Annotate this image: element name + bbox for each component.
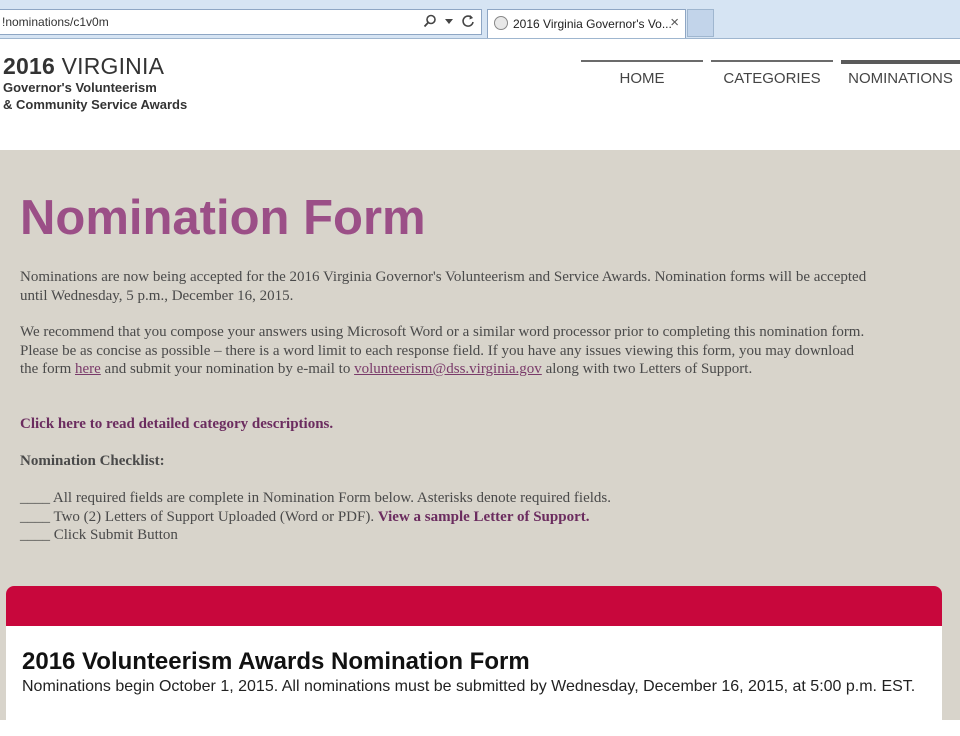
address-bar[interactable]: !nominations/c1v0m	[0, 9, 482, 35]
category-descriptions-link[interactable]: Click here to read detailed category des…	[20, 415, 870, 434]
browser-chrome: !nominations/c1v0m 2016 Virginia Governo…	[0, 0, 960, 39]
recommend-text-3: along with two Letters of Support.	[541, 361, 753, 377]
browser-tab[interactable]: 2016 Virginia Governor's Vo... ×	[487, 9, 686, 38]
close-icon[interactable]: ×	[670, 14, 679, 31]
sample-letter-link[interactable]: View a sample Letter of Support.	[378, 509, 590, 525]
checklist-item-2: ____ Two (2) Letters of Support Uploaded…	[20, 508, 870, 527]
site-header: 2016 VIRGINIA Governor's Volunteerism & …	[0, 39, 960, 150]
intro-paragraph: Nominations are now being accepted for t…	[20, 269, 867, 304]
address-text[interactable]: !nominations/c1v0m	[2, 15, 109, 29]
tab-title: 2016 Virginia Governor's Vo...	[513, 17, 672, 31]
nav-categories[interactable]: CATEGORIES	[711, 60, 833, 94]
address-icons	[423, 14, 475, 32]
refresh-icon[interactable]	[461, 14, 475, 32]
search-icon[interactable]	[423, 14, 437, 32]
nav-nominations[interactable]: NOMINATIONS	[841, 60, 960, 94]
nomination-form-card: 2016 Volunteerism Awards Nomination Form…	[6, 586, 942, 736]
checklist-item-1: ____ All required fields are complete in…	[20, 490, 611, 506]
nav-home[interactable]: HOME	[581, 60, 703, 94]
main-content: Nomination Form Nominations are now bein…	[0, 150, 960, 736]
main-nav: HOME CATEGORIES NOMINATIONS	[0, 60, 960, 100]
checklist-item-2-text: ____ Two (2) Letters of Support Uploaded…	[20, 508, 378, 525]
favicon-icon	[494, 16, 508, 30]
page-title: Nomination Form	[20, 191, 426, 245]
recommend-text-2: and submit your nomination by e-mail to	[100, 361, 355, 377]
new-tab-button[interactable]	[687, 9, 714, 37]
dropdown-icon[interactable]	[445, 14, 453, 32]
form-subtitle: Nominations begin October 1, 2015. All n…	[22, 678, 916, 695]
form-header-bar	[6, 586, 942, 626]
checklist-heading: Nomination Checklist:	[20, 453, 165, 469]
recommend-paragraph: We recommend that you compose your answe…	[20, 323, 870, 379]
form-title: 2016 Volunteerism Awards Nomination Form	[22, 648, 530, 675]
email-link[interactable]: volunteerism@dss.virginia.gov	[354, 361, 542, 377]
checklist-item-3: ____ Click Submit Button	[20, 527, 178, 543]
download-form-link[interactable]: here	[75, 361, 101, 377]
